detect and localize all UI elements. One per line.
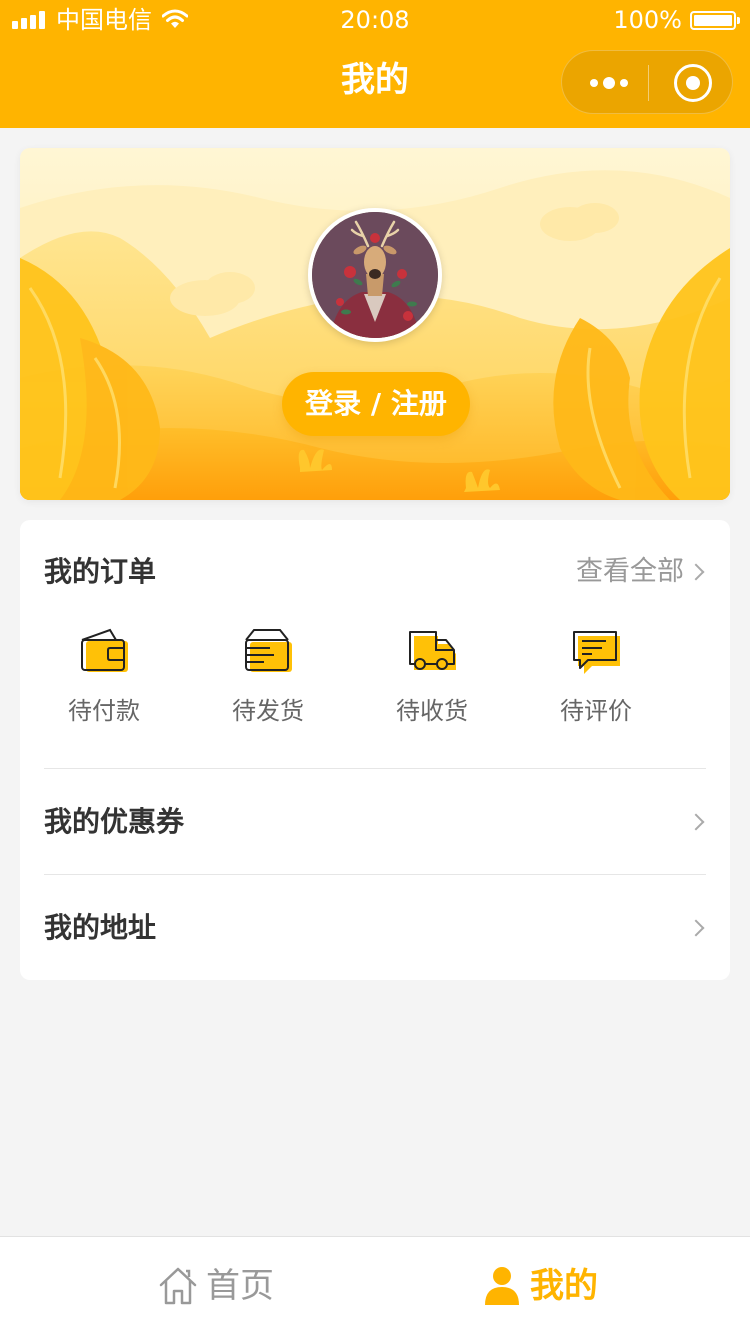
status-label: 待发货 [232,697,304,725]
truck-icon [409,631,456,670]
home-icon [159,1267,197,1305]
order-status-pending-receipt[interactable]: 待收货 [372,628,492,738]
my-coupons-label: 我的优惠券 [44,805,185,838]
chevron-right-icon [687,813,705,831]
chevron-right-icon [687,919,705,937]
tab-mine[interactable]: 我的 [482,1237,622,1334]
menu-card: 我的订单 查看全部 待付款 待发货 待收货 待评价 我的优惠券 我的地址 [20,520,730,980]
comment-icon [573,631,620,674]
my-address-label: 我的地址 [44,911,157,944]
my-orders-title: 我的订单 [44,555,157,588]
capsule-divider [648,65,649,101]
user-icon [485,1267,519,1305]
view-all-orders-link[interactable]: 查看全部 [576,550,706,594]
login-register-button[interactable]: 登录 / 注册 [282,372,470,436]
order-status-pending-review[interactable]: 待评价 [536,628,656,738]
status-label: 待评价 [560,697,632,725]
tab-home[interactable]: 首页 [158,1237,298,1334]
package-icon [245,629,292,672]
tab-label: 我的 [530,1266,598,1306]
order-status-pending-payment[interactable]: 待付款 [44,628,164,738]
tab-bar: 首页 我的 [0,1236,750,1334]
status-label: 待付款 [68,697,140,725]
miniprogram-capsule [561,50,733,114]
more-options-icon[interactable] [590,71,630,95]
battery-icon [690,11,740,30]
profile-banner: 登录 / 注册 [20,148,730,500]
order-status-row: 待付款 待发货 待收货 待评价 [44,628,706,738]
divider [44,768,706,769]
status-label: 待收货 [396,697,468,725]
my-address-row[interactable]: 我的地址 [44,876,706,980]
close-miniprogram-icon[interactable] [674,64,712,102]
chevron-right-icon [687,563,705,581]
my-orders-header: 我的订单 查看全部 [44,550,706,594]
view-all-label: 查看全部 [576,556,684,587]
tab-label: 首页 [206,1266,274,1306]
my-coupons-row[interactable]: 我的优惠券 [44,770,706,874]
status-bar: 中国电信 20:08 100% [0,0,750,40]
divider [44,874,706,875]
battery-percent: 100% [613,6,682,34]
avatar[interactable] [308,208,442,342]
deer-portrait-image [312,212,438,338]
wallet-icon [81,628,128,672]
nav-bar: 我的 [0,40,750,128]
order-status-pending-shipment[interactable]: 待发货 [208,628,328,738]
